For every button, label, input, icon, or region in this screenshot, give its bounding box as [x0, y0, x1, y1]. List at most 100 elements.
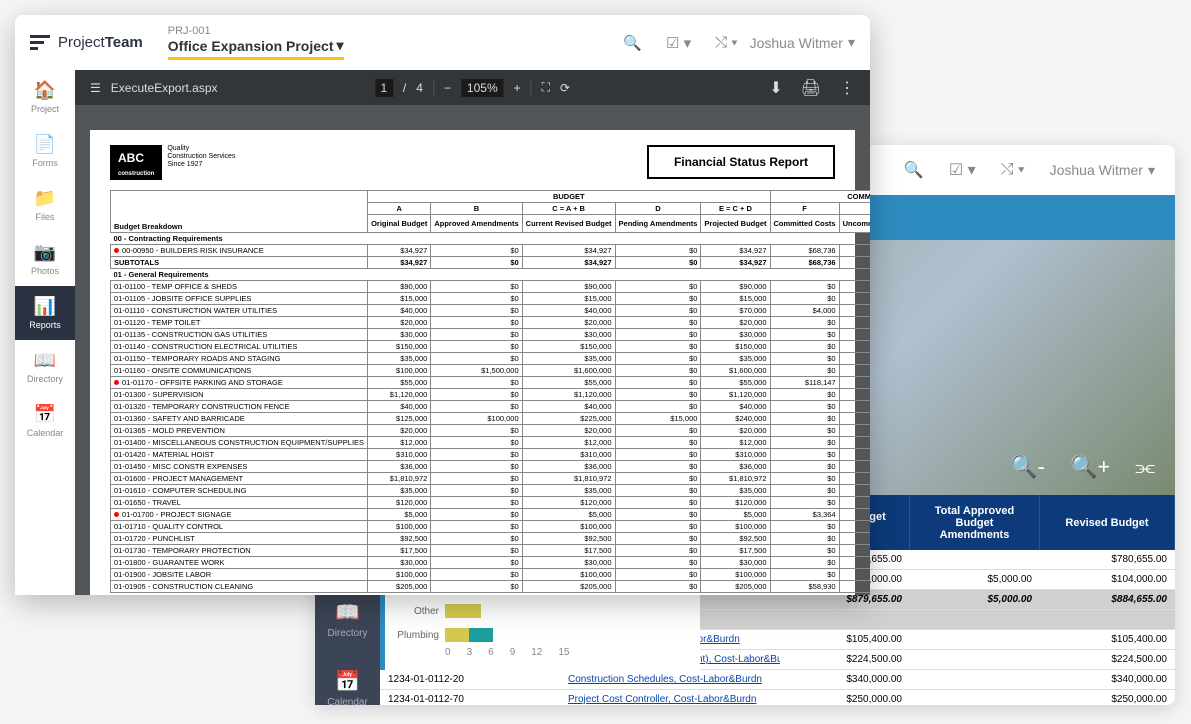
- search-icon[interactable]: 🔍: [623, 34, 642, 52]
- fit-page-icon[interactable]: ⛶: [542, 80, 550, 95]
- table-row: 01-01610 - COMPUTER SCHEDULING$35,000$0$…: [111, 485, 871, 497]
- print-icon[interactable]: 🖨: [801, 78, 821, 98]
- app-logo-icon: [30, 35, 50, 51]
- sidebar-label: Calendar: [327, 697, 368, 708]
- table-row: 01-01420 - MATERIAL HOIST$310,000$0$310,…: [111, 449, 871, 461]
- shuffle-icon[interactable]: ⤭ ▾: [1001, 161, 1025, 179]
- sidebar-item-files[interactable]: 📁 Files: [15, 178, 75, 232]
- sidebar-item-photos[interactable]: 📷 Photos: [15, 232, 75, 286]
- pdf-toolbar: ☰ ExecuteExport.aspx 1 / 4 − 105% + ⛶ ⟳ …: [75, 70, 870, 105]
- pdf-filename: ExecuteExport.aspx: [111, 81, 218, 95]
- search-icon[interactable]: 🔍: [904, 160, 924, 180]
- camera-icon: 📷: [34, 242, 56, 263]
- zoom-out-button[interactable]: −: [444, 81, 451, 95]
- sidebar-item-directory[interactable]: 📖 Directory: [315, 585, 380, 654]
- sidebar: 🏠 Project 📄Forms 📁 Files 📷 Photos 📊 Reports 📖 Dire…: [15, 70, 75, 595]
- front-window: ProjectTeam PRJ-001 Office Expansion Pro…: [15, 15, 870, 595]
- page-total: 4: [416, 81, 423, 95]
- col-approved-amendments: Total Approved Budget Amendments: [910, 495, 1040, 550]
- table-row: 01-01800 - GUARANTEE WORK$30,000$0$30,00…: [111, 557, 871, 569]
- sidebar-item-project[interactable]: 🏠 Project: [15, 70, 75, 124]
- table-row: 1234-01-0112-70Project Cost Controller, …: [380, 690, 1175, 705]
- sidebar-item-directory[interactable]: 📖 Directory: [15, 340, 75, 394]
- more-icon[interactable]: ⋮: [839, 78, 855, 98]
- sidebar-item-calendar[interactable]: 📅 Calendar: [315, 654, 380, 723]
- report-table: Budget BreakdownBUDGETCOMMITMENTS+/-ABC …: [110, 190, 870, 593]
- rotate-icon[interactable]: ⟳: [560, 81, 570, 95]
- project-code: PRJ-001: [168, 25, 344, 37]
- sidebar-label: Project: [31, 104, 59, 114]
- zoom-in-icon[interactable]: 🔍+: [1070, 454, 1110, 480]
- chart-row: Plumbing: [385, 623, 700, 647]
- company-logo: ABC construction: [110, 145, 162, 180]
- calendar-icon: 📅: [335, 669, 360, 694]
- user-menu[interactable]: Joshua Witmer ▾: [750, 34, 855, 51]
- table-row: 01-01720 - PUNCHLIST$92,500$0$92,500$0$9…: [111, 533, 871, 545]
- home-icon: 🏠: [34, 80, 56, 101]
- table-row: 01-01160 - ONSITE COMMUNICATIONS$100,000…: [111, 365, 871, 377]
- table-row: 01-01170 - OFFSITE PARKING AND STORAGE$5…: [111, 377, 871, 389]
- project-selector[interactable]: PRJ-001 Office Expansion Project▾: [168, 25, 344, 60]
- sidebar-item-calendar[interactable]: 📅 Calendar: [15, 394, 75, 448]
- table-row: 01-01905 - CONSTRUCTION CLEANING$205,000…: [111, 581, 871, 593]
- check-dropdown-icon[interactable]: ☑ ▾: [949, 160, 976, 180]
- sidebar-label: Calendar: [27, 428, 64, 438]
- pdf-page: ABC construction Quality Construction Se…: [90, 130, 855, 595]
- sidebar-item-reports[interactable]: 📊 Reports: [15, 286, 75, 340]
- page-separator: /: [403, 81, 406, 95]
- table-row: 01-01135 - CONSTRUCTION GAS UTILITIES$30…: [111, 329, 871, 341]
- table-row: 01-01320 - TEMPORARY CONSTRUCTION FENCE$…: [111, 401, 871, 413]
- report-title: Financial Status Report: [647, 145, 835, 179]
- download-icon[interactable]: ⬇: [769, 78, 782, 98]
- share-icon[interactable]: ⫘: [1135, 454, 1155, 480]
- sidebar-label: Files: [35, 212, 54, 222]
- zoom-in-button[interactable]: +: [514, 81, 521, 95]
- table-row: 01-01110 - CONSTURCTION WATER UTILITIES$…: [111, 305, 871, 317]
- check-dropdown-icon[interactable]: ☑ ▾: [666, 34, 691, 52]
- sidebar-label: Reports: [29, 320, 61, 330]
- app-logo-text: ProjectTeam: [58, 34, 143, 51]
- shuffle-icon[interactable]: ⤭ ▾: [715, 34, 737, 51]
- username-label: Joshua Witmer: [1050, 162, 1143, 178]
- table-row: 01-01360 - SAFETY AND BARRICADE$125,000$…: [111, 413, 871, 425]
- dashboard-icon: 📊: [34, 296, 56, 317]
- table-row: 01-01300 - SUPERVISION$1,120,000$0$1,120…: [111, 389, 871, 401]
- book-icon: 📖: [34, 350, 56, 371]
- pdf-viewport[interactable]: ABC construction Quality Construction Se…: [75, 105, 870, 595]
- topbar: ProjectTeam PRJ-001 Office Expansion Pro…: [15, 15, 870, 70]
- company-tagline: Quality Construction Services Since 1927: [167, 145, 235, 169]
- table-row: 01-01650 - TRAVEL$120,000$0$120,000$0$12…: [111, 497, 871, 509]
- folder-icon: 📁: [34, 188, 56, 209]
- sidebar-label: Forms: [32, 158, 58, 168]
- sidebar-label: Directory: [327, 628, 367, 639]
- table-row: 01-01120 - TEMP TOILET$20,000$0$20,000$0…: [111, 317, 871, 329]
- user-menu[interactable]: Joshua Witmer ▾: [1050, 162, 1155, 179]
- chart-row: Other: [385, 599, 700, 623]
- zoom-out-icon[interactable]: 🔍-: [1010, 454, 1045, 480]
- chevron-down-icon: ▾: [336, 37, 343, 54]
- zoom-level[interactable]: 105%: [461, 79, 504, 97]
- sidebar-label: Directory: [27, 374, 63, 384]
- username-label: Joshua Witmer: [750, 35, 843, 51]
- table-row: 01-01700 - PROJECT SIGNAGE$5,000$0$5,000…: [111, 509, 871, 521]
- table-row: 01-01450 - MISC CONSTR EXPENSES$36,000$0…: [111, 461, 871, 473]
- table-row: 01-01900 - JOBSITE LABOR$100,000$0$100,0…: [111, 569, 871, 581]
- table-row: 01-01100 - TEMP OFFICE & SHEDS$90,000$0$…: [111, 281, 871, 293]
- chart-axis: 03691215: [385, 647, 700, 658]
- calendar-icon: 📅: [34, 404, 56, 425]
- table-row: 01-01365 - MOLD PREVENTION$20,000$0$20,0…: [111, 425, 871, 437]
- sidebar-item-forms[interactable]: 📄Forms: [15, 124, 75, 178]
- table-row: 1234-01-0112-20Construction Schedules, C…: [380, 670, 1175, 690]
- table-row: 01-01150 - TEMPORARY ROADS AND STAGING$3…: [111, 353, 871, 365]
- book-icon: 📖: [335, 600, 360, 625]
- table-row: 01-01730 - TEMPORARY PROTECTION$17,500$0…: [111, 545, 871, 557]
- menu-icon[interactable]: ☰: [90, 81, 101, 95]
- table-row: 00-00950 - BUILDERS RISK INSURANCE$34,92…: [111, 245, 871, 257]
- table-row: 01-01140 - CONSTRUCTION ELECTRICAL UTILI…: [111, 341, 871, 353]
- project-name: Office Expansion Project▾: [168, 37, 344, 54]
- sidebar-label: Photos: [31, 266, 59, 276]
- page-current[interactable]: 1: [375, 79, 393, 97]
- table-row: 01-01105 - JOBSITE OFFICE SUPPLIES$15,00…: [111, 293, 871, 305]
- table-row: 01-01600 - PROJECT MANAGEMENT$1,810,972$…: [111, 473, 871, 485]
- table-row: 01-01710 - QUALITY CONTROL$100,000$0$100…: [111, 521, 871, 533]
